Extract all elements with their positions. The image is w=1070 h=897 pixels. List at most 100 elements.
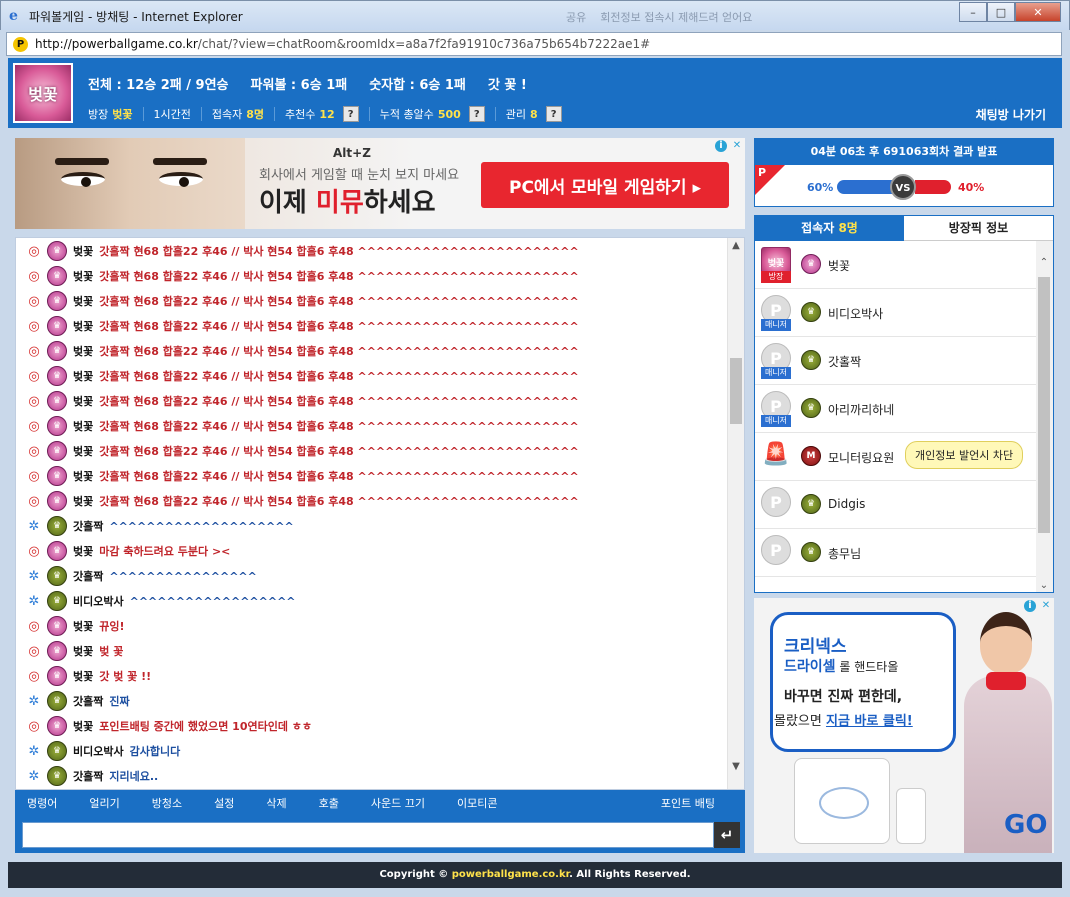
message-text: 뀨잉! [99, 620, 125, 633]
user-list-item[interactable]: 🚨 M 모니터링요원 개인정보 발언시 차단 [755, 433, 1037, 481]
user-list-item[interactable]: P ♛ 총무님 [755, 529, 1037, 577]
user-rank-icon: ♛ [47, 691, 67, 711]
recommend-help-button[interactable]: ? [342, 106, 359, 122]
user-list-item[interactable]: P ♛ Didgis [755, 481, 1037, 529]
scroll-down-icon[interactable]: ▼ [728, 759, 744, 775]
ad-cta-button[interactable]: PC에서 모바일 게임하기 ▸ [481, 162, 729, 208]
user-list-item[interactable]: 벚꽃 방장 ♛ 벚꽃 [755, 241, 1037, 289]
ad-info-icon[interactable]: i [1024, 600, 1036, 612]
user-name[interactable]: 갓홀짝 [828, 353, 861, 370]
message-nick[interactable]: 벚꽃 [73, 543, 93, 559]
ad-line2: 이제 미뮤하세요 [259, 188, 436, 218]
scroll-up-icon[interactable]: ▲ [728, 238, 744, 254]
message-text: 갓홀짝 현68 합홀22 후46 // 박사 현54 합홀6 후48 ^^^^^… [99, 470, 579, 483]
message-nick[interactable]: 벚꽃 [73, 393, 93, 409]
user-name[interactable]: 총무님 [828, 545, 861, 562]
level-swirl-icon: ◎ [28, 443, 40, 459]
user-name[interactable]: 비디오박사 [828, 305, 883, 322]
message-nick[interactable]: 벚꽃 [73, 243, 93, 259]
message-nick[interactable]: 벚꽃 [73, 493, 93, 509]
user-name[interactable]: 벚꽃 [828, 257, 850, 274]
message-nick[interactable]: 벚꽃 [73, 318, 93, 334]
user-rank-icon: ♛ [47, 516, 67, 536]
leave-room-button[interactable]: 채팅방 나가기 [976, 106, 1046, 123]
manage-help-button[interactable]: ? [545, 106, 562, 122]
toolbar-emoticon[interactable]: 이모티콘 [457, 795, 497, 811]
message-nick[interactable]: 벚꽃 [73, 418, 93, 434]
user-name[interactable]: Didgis [828, 497, 865, 511]
message-nick[interactable]: 갓홀짝 [73, 568, 103, 584]
top-advertisement[interactable]: Alt+Z 회사에서 게임할 때 눈치 보지 마세요 이제 미뮤하세요 PC에서… [15, 138, 745, 229]
chat-input[interactable] [22, 822, 714, 848]
chat-toolbar: 명령어 얼리기 방청소 설정 삭제 호출 사운드 끄기 이모티콘 포인트 배팅 [15, 790, 745, 815]
user-list-item[interactable]: P 매니저 ♛ 아리까리하네 [755, 385, 1037, 433]
user-role-badge: 방장 [761, 271, 791, 283]
toolbar-settings[interactable]: 설정 [214, 795, 234, 811]
chat-scrollbar[interactable]: ▲ ▼ [727, 238, 744, 789]
user-name[interactable]: 아리까리하네 [828, 401, 894, 418]
message-nick[interactable]: 갓홀짝 [73, 768, 103, 784]
toolbar-sound-off[interactable]: 사운드 끄기 [371, 795, 425, 811]
message-nick[interactable]: 벚꽃 [73, 643, 93, 659]
message-nick[interactable]: 비디오박사 [73, 593, 124, 609]
chat-log[interactable]: ◎ ♛ 벚꽃 갓홀짝 현68 합홀22 후46 // 박사 현54 합홀6 후48 ^… [15, 237, 745, 790]
user-list-item[interactable]: P 매니저 ♛ 갓홀짝 [755, 337, 1037, 385]
ad-close-icon[interactable]: ✕ [731, 140, 743, 152]
message-nick[interactable]: 갓홀짝 [73, 518, 103, 534]
toolbar-freeze[interactable]: 얼리기 [89, 795, 119, 811]
ad-controls: i ✕ [1024, 600, 1052, 612]
left-percent: 60% [807, 181, 834, 194]
user-rank-icon: ♛ [47, 541, 67, 561]
minimize-button[interactable]: – [959, 2, 987, 22]
toolbar-call[interactable]: 호출 [319, 795, 339, 811]
ad-line1: 회사에서 게임할 때 눈치 보지 마세요 [259, 168, 460, 183]
toolbar-delete[interactable]: 삭제 [266, 795, 286, 811]
default-profile-icon: P [761, 487, 791, 517]
tab-users[interactable]: 접속자 8명 [755, 216, 904, 241]
chat-message: ◎ ♛ 벚꽃 갓홀짝 현68 합홀22 후46 // 박사 현54 합홀6 후48 ^… [26, 465, 579, 487]
send-button[interactable]: ↵ [714, 822, 740, 848]
tab-host-pick-info[interactable]: 방장픽 정보 [904, 216, 1053, 241]
message-nick[interactable]: 벚꽃 [73, 268, 93, 284]
chat-scroll-thumb[interactable] [730, 358, 742, 424]
message-text: 갓홀짝 현68 합홀22 후46 // 박사 현54 합홀6 후48 ^^^^^… [99, 420, 579, 433]
message-nick[interactable]: 벚꽃 [73, 343, 93, 359]
point-bet-button[interactable]: 포인트 배팅 [661, 795, 715, 811]
level-swirl-icon: ◎ [28, 418, 40, 434]
message-nick[interactable]: 벚꽃 [73, 443, 93, 459]
ad-info-icon[interactable]: i [715, 140, 727, 152]
manage-label: 관리 [505, 108, 527, 121]
ad-close-icon[interactable]: ✕ [1040, 600, 1052, 612]
user-rank-icon: ♛ [801, 254, 821, 274]
toolbar-clear[interactable]: 방청소 [152, 795, 182, 811]
message-text: 감사합니다 [129, 745, 181, 758]
room-header: 벚꽃 전체 : 12승 2패 / 9연승 파워볼 : 6승 1패 숫자합 : 6… [8, 58, 1062, 128]
user-rank-icon: ♛ [47, 616, 67, 636]
site-favicon-icon: P [13, 37, 28, 52]
scroll-down-icon[interactable]: ⌄ [1036, 580, 1052, 591]
message-nick[interactable]: 벚꽃 [73, 718, 93, 734]
url-text[interactable]: http://powerballgame.co.kr/chat/?view=ch… [35, 37, 650, 51]
message-nick[interactable]: 비디오박사 [73, 743, 124, 759]
message-nick[interactable]: 벚꽃 [73, 618, 93, 634]
ad-roll-image [896, 788, 926, 844]
maximize-button[interactable]: □ [987, 2, 1015, 22]
message-nick[interactable]: 갓홀짝 [73, 693, 103, 709]
user-list-scrollbar[interactable]: ⌃ ⌄ [1036, 241, 1053, 592]
user-list-item[interactable]: P 매니저 ♛ 비디오박사 [755, 289, 1037, 337]
message-nick[interactable]: 벚꽃 [73, 293, 93, 309]
toolbar-commands[interactable]: 명령어 [27, 795, 57, 811]
bet-help-button[interactable]: ? [468, 106, 485, 122]
level-swirl-icon: ◎ [28, 493, 40, 509]
user-name[interactable]: 모니터링요원 [828, 449, 894, 466]
message-nick[interactable]: 벚꽃 [73, 668, 93, 684]
address-bar[interactable]: P http://powerballgame.co.kr/chat/?view=… [6, 32, 1062, 56]
ad-go-button[interactable]: GO [1004, 810, 1047, 840]
message-nick[interactable]: 벚꽃 [73, 468, 93, 484]
user-list-scroll-thumb[interactable] [1038, 277, 1050, 533]
level-swirl-icon: ◎ [28, 543, 40, 559]
side-advertisement[interactable]: 크리넥스 드라이셀 롤 핸드타올 바꾸면 진짜 편한데, 몰랐으면 지금 바로 … [754, 598, 1054, 853]
message-nick[interactable]: 벚꽃 [73, 368, 93, 384]
close-button[interactable]: ✕ [1015, 2, 1061, 22]
scroll-up-icon[interactable]: ⌃ [1036, 257, 1052, 268]
